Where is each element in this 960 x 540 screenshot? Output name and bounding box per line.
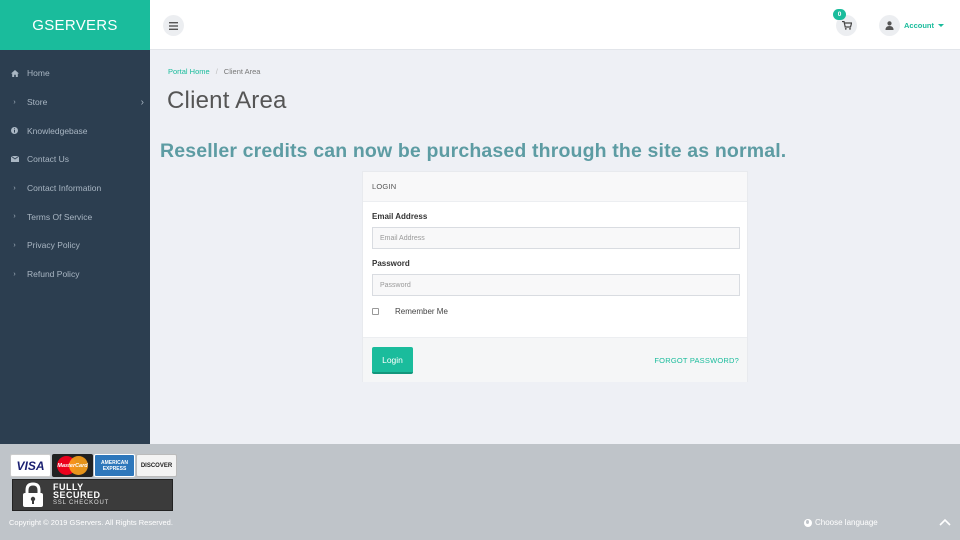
login-button[interactable]: Login — [372, 347, 413, 374]
amex-card-logo: AMERICAN EXPRESS — [94, 454, 135, 477]
breadcrumb-home-link[interactable]: Portal Home — [168, 67, 210, 76]
chevron-right-icon: › — [13, 270, 16, 278]
brand-name: GSERVERS — [32, 16, 118, 34]
sidebar-item-label: Store — [27, 97, 48, 108]
sidebar-item-label: Contact Us — [27, 154, 70, 165]
sidebar-item-store[interactable]: › Store › — [0, 88, 150, 117]
forgot-password-link[interactable]: FORGOT PASSWORD? — [654, 356, 739, 365]
announcement-text: Reseller credits can now be purchased th… — [160, 140, 787, 162]
visa-card-logo: VISA — [10, 454, 51, 477]
ssl-line-2: SECURED — [53, 490, 101, 500]
submenu-arrow-icon: › — [140, 96, 144, 108]
shopping-cart-icon — [841, 21, 852, 30]
chevron-up-icon — [939, 518, 951, 526]
login-panel: LOGIN Email Address Email Address Passwo… — [362, 171, 748, 382]
choose-language-label: Choose language — [815, 518, 878, 527]
chevron-right-icon: › — [13, 213, 16, 221]
caret-down-icon — [938, 24, 944, 27]
breadcrumb: Portal Home / Client Area — [168, 67, 260, 76]
sidebar-item-refund-policy[interactable]: › Refund Policy — [0, 260, 150, 289]
breadcrumb-separator: / — [215, 67, 218, 76]
user-avatar — [879, 15, 900, 36]
sidebar-item-contact-us[interactable]: Contact Us — [0, 145, 150, 174]
sidebar-item-privacy-policy[interactable]: › Privacy Policy — [0, 231, 150, 260]
login-panel-heading: LOGIN — [363, 172, 747, 202]
chevron-right-icon: › — [13, 184, 16, 192]
sidebar-item-terms-of-service[interactable]: › Terms Of Service — [0, 202, 150, 231]
chevron-right-icon: › — [13, 98, 16, 106]
lock-icon — [13, 480, 53, 510]
sidebar-nav: Home › Store › Knowledgebase Contact Us … — [0, 50, 150, 444]
discover-card-logo: DISCOVER — [136, 454, 177, 477]
sidebar-item-label: Knowledgebase — [27, 125, 88, 136]
brand-logo[interactable]: GSERVERS — [0, 0, 150, 50]
remember-me-label: Remember Me — [395, 307, 448, 316]
choose-language-button[interactable]: Choose language — [804, 518, 878, 527]
mastercard-text: MasterCard — [57, 462, 88, 469]
home-icon — [10, 69, 19, 77]
cart-count-badge: 0 — [833, 9, 846, 20]
account-label: Account — [904, 21, 934, 30]
sidebar-item-label: Refund Policy — [27, 269, 80, 280]
amex-text: AMERICAN EXPRESS — [101, 459, 128, 472]
ssl-line-3: SSL CHECKOUT — [53, 500, 110, 506]
sidebar-item-knowledgebase[interactable]: Knowledgebase — [0, 116, 150, 145]
envelope-icon — [10, 156, 19, 163]
sidebar-item-contact-information[interactable]: › Contact Information — [0, 174, 150, 203]
payment-cards: VISA MasterCard AMERICAN EXPRESS DISCOVE… — [10, 454, 177, 477]
hamburger-icon — [169, 21, 178, 30]
sidebar-item-home[interactable]: Home — [0, 59, 150, 88]
ssl-secured-badge: FULLY SECURED SSL CHECKOUT — [12, 479, 173, 511]
globe-icon — [804, 518, 812, 527]
info-icon — [10, 127, 19, 135]
password-label: Password — [372, 259, 410, 268]
visa-text: VISA — [16, 458, 45, 473]
remember-me-option[interactable]: Remember Me — [372, 307, 448, 316]
breadcrumb-current: Client Area — [223, 67, 261, 76]
sidebar-item-label: Privacy Policy — [27, 240, 80, 251]
discover-text: DISCOVER — [140, 462, 173, 469]
user-icon — [885, 21, 894, 30]
sidebar-item-label: Home — [27, 68, 50, 79]
account-menu[interactable]: Account — [879, 15, 944, 36]
mastercard-logo: MasterCard — [52, 454, 93, 477]
back-to-top-button[interactable] — [938, 516, 952, 530]
sidebar-item-label: Contact Information — [27, 183, 102, 194]
copyright-text: Copyright © 2019 GServers. All Rights Re… — [9, 518, 173, 527]
page-title: Client Area — [167, 87, 287, 114]
footer: VISA MasterCard AMERICAN EXPRESS DISCOVE… — [0, 444, 960, 540]
password-field[interactable]: Password — [372, 274, 740, 296]
remember-me-checkbox[interactable] — [372, 308, 379, 315]
chevron-right-icon: › — [13, 241, 16, 249]
top-bar: 0 Account — [150, 0, 960, 50]
menu-toggle-button[interactable] — [163, 15, 184, 36]
sidebar-item-label: Terms Of Service — [27, 211, 93, 222]
login-panel-footer: Login FORGOT PASSWORD? — [363, 337, 747, 382]
email-label: Email Address — [372, 212, 428, 221]
email-field[interactable]: Email Address — [372, 227, 740, 249]
